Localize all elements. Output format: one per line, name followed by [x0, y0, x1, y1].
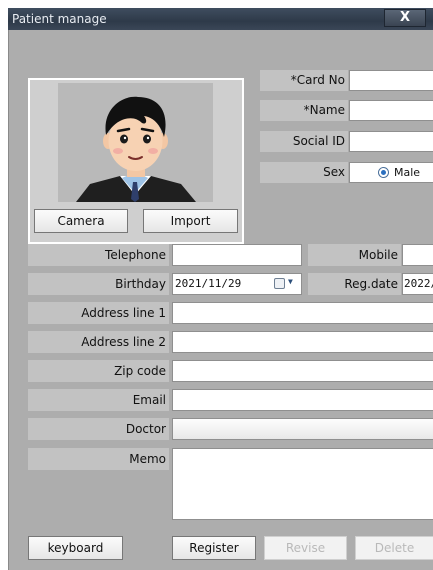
male-radio-label: Male [394, 166, 421, 179]
birthday-value: 2021/11/29 [175, 277, 242, 290]
memo-label: Memo [28, 448, 169, 470]
address-line-2-field[interactable] [172, 331, 433, 353]
memo-textarea[interactable] [172, 448, 433, 520]
name-field[interactable] [349, 100, 433, 121]
camera-button[interactable]: Camera [34, 209, 128, 233]
email-field[interactable] [172, 389, 433, 411]
photo-panel: Camera Import [28, 78, 244, 244]
reg-date-value: 2022/ [404, 277, 433, 290]
form-area: Camera Import *Card No *Name Social ID S… [8, 30, 433, 570]
patient-photo [58, 83, 213, 202]
male-radio[interactable] [378, 167, 389, 178]
chevron-down-icon[interactable]: ▼ [288, 277, 293, 286]
social-id-label: Social ID [260, 131, 348, 152]
register-button[interactable]: Register [172, 536, 256, 560]
calendar-icon[interactable] [274, 278, 285, 289]
address-line-1-field[interactable] [172, 302, 433, 324]
birthday-date-picker[interactable]: 2021/11/29 ▼ [172, 273, 302, 295]
mobile-label: Mobile [308, 244, 401, 266]
sex-label: Sex [260, 162, 348, 183]
address-line-1-label: Address line 1 [28, 302, 169, 324]
avatar-illustration [58, 83, 213, 202]
zip-code-field[interactable] [172, 360, 433, 382]
delete-button[interactable]: Delete [355, 536, 433, 560]
mobile-field[interactable] [402, 244, 433, 266]
doctor-dropdown[interactable] [172, 418, 433, 440]
birthday-label: Birthday [28, 273, 169, 295]
card-no-label: *Card No [260, 70, 348, 91]
reg-date-picker[interactable]: 2022/ [402, 273, 433, 295]
telephone-label: Telephone [28, 244, 169, 266]
title-bar: Patient manage X [8, 8, 433, 30]
name-label: *Name [260, 100, 348, 121]
card-no-field[interactable] [349, 70, 433, 91]
close-button[interactable]: X [384, 9, 426, 27]
zip-code-label: Zip code [28, 360, 169, 382]
keyboard-button[interactable]: keyboard [28, 536, 123, 560]
doctor-label: Doctor [28, 418, 169, 440]
revise-button[interactable]: Revise [264, 536, 347, 560]
social-id-field[interactable] [349, 131, 433, 152]
patient-manage-window: Patient manage X Camera Import *Card No … [8, 8, 433, 570]
window-title: Patient manage [12, 12, 107, 26]
sex-radio-group: Male [349, 162, 433, 183]
email-label: Email [28, 389, 169, 411]
import-button[interactable]: Import [143, 209, 238, 233]
address-line-2-label: Address line 2 [28, 331, 169, 353]
reg-date-label: Reg.date [308, 273, 401, 295]
telephone-field[interactable] [172, 244, 302, 266]
